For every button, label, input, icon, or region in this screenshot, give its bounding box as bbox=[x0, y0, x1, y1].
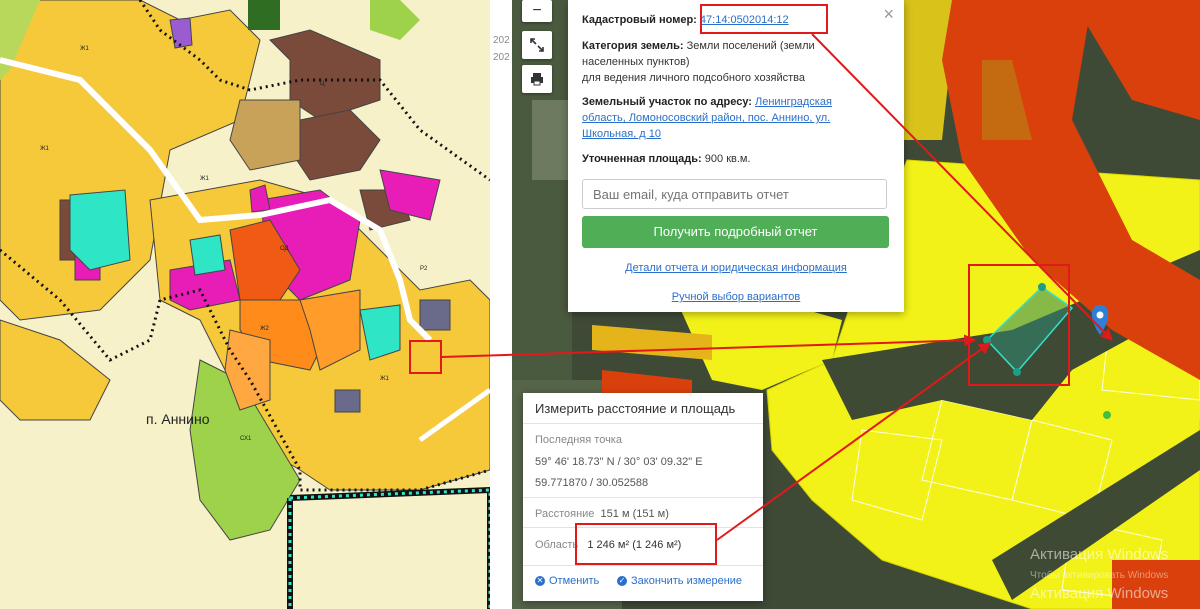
minus-icon: − bbox=[532, 2, 542, 19]
area-row: Уточненная площадь: 900 кв.м. bbox=[582, 151, 890, 167]
annotation-box-left-map bbox=[409, 340, 442, 374]
last-point-decimal: 59.771870 / 30.052588 bbox=[535, 477, 649, 489]
last-point-dms: 59° 46' 18.73" N / 30° 03' 09.32" E bbox=[535, 456, 703, 468]
year-tab[interactable]: 202 bbox=[493, 35, 510, 46]
windows-activation-watermark-repeat: Активация Windows bbox=[1030, 585, 1169, 602]
land-category-row: Категория земель: Земли поселений (земли… bbox=[582, 38, 832, 70]
measured-area-label: Область bbox=[535, 539, 579, 551]
pane-divider bbox=[490, 0, 512, 609]
printer-icon bbox=[531, 73, 543, 86]
divider bbox=[523, 565, 763, 566]
area-label: Уточненная площадь: bbox=[582, 153, 702, 165]
land-usage-value: для ведения личного подсобного хозяйства bbox=[582, 72, 805, 84]
distance-value: 151 м (151 м) bbox=[600, 508, 669, 520]
divider bbox=[523, 497, 763, 498]
measure-popup: Измерить расстояние и площадь Последняя … bbox=[523, 393, 763, 601]
annotation-box-measured-area bbox=[575, 523, 717, 565]
fullscreen-button[interactable] bbox=[522, 31, 552, 59]
cancel-icon: ✕ bbox=[535, 576, 545, 586]
finish-label: Закончить измерение bbox=[631, 575, 743, 587]
last-point-label: Последняя точка bbox=[535, 434, 622, 446]
svg-text:Р2: Р2 bbox=[420, 266, 428, 272]
zoning-map-canvas: Ж1 Ж1 Ж1 Ц ОД Ж2 Ж1 СХ1 Р2 bbox=[0, 0, 490, 609]
distance-label: Расстояние bbox=[535, 508, 595, 520]
svg-text:Ж1: Ж1 bbox=[380, 376, 390, 382]
finish-measure-button[interactable]: ✓ Закончить измерение bbox=[617, 575, 742, 587]
svg-text:Ж1: Ж1 bbox=[40, 146, 50, 152]
svg-text:ОД: ОД bbox=[280, 246, 289, 252]
annotation-box-parcel bbox=[968, 264, 1070, 386]
distance-row: Расстояние 151 м (151 м) bbox=[535, 508, 755, 520]
get-report-button[interactable]: Получить подробный отчет bbox=[582, 216, 889, 248]
divider bbox=[523, 423, 763, 424]
cadastral-info-popup: × Кадастровый номер: 47:14:0502014:12 Ка… bbox=[568, 0, 904, 312]
area-value: 900 кв.м. bbox=[704, 153, 751, 165]
svg-text:СХ1: СХ1 bbox=[240, 436, 252, 442]
check-icon: ✓ bbox=[617, 576, 627, 586]
email-input[interactable] bbox=[582, 179, 887, 209]
report-details-link[interactable]: Детали отчета и юридическая информация bbox=[568, 262, 904, 274]
address-label: Земельный участок по адресу: bbox=[582, 96, 752, 108]
svg-text:Ж1: Ж1 bbox=[80, 46, 90, 52]
zoning-map[interactable]: Ж1 Ж1 Ж1 Ц ОД Ж2 Ж1 СХ1 Р2 п. Аннино bbox=[0, 0, 490, 609]
print-button[interactable] bbox=[522, 65, 552, 93]
year-tab[interactable]: 202 bbox=[493, 52, 510, 63]
expand-icon bbox=[530, 38, 544, 52]
measure-title: Измерить расстояние и площадь bbox=[535, 401, 736, 416]
cancel-label: Отменить bbox=[549, 575, 600, 587]
windows-activation-watermark: Активация Windows bbox=[1030, 546, 1169, 563]
windows-activation-subtitle: Чтобы активировать Windows bbox=[1030, 570, 1169, 581]
address-row: Земельный участок по адресу: Ленинградск… bbox=[582, 94, 852, 142]
annotation-box-cadastral-number bbox=[700, 4, 828, 34]
cancel-measure-button[interactable]: ✕ Отменить bbox=[535, 575, 599, 587]
svg-text:Ж2: Ж2 bbox=[260, 326, 270, 332]
zoom-out-button[interactable]: − bbox=[522, 0, 552, 22]
svg-text:Ц: Ц bbox=[320, 81, 325, 87]
settlement-label: п. Аннино bbox=[146, 411, 210, 427]
svg-text:Ж1: Ж1 bbox=[200, 176, 210, 182]
land-category-label: Категория земель: bbox=[582, 40, 684, 52]
manual-selection-link[interactable]: Ручной выбор вариантов bbox=[568, 291, 904, 303]
cadastral-number-label: Кадастровый номер: bbox=[582, 14, 697, 26]
